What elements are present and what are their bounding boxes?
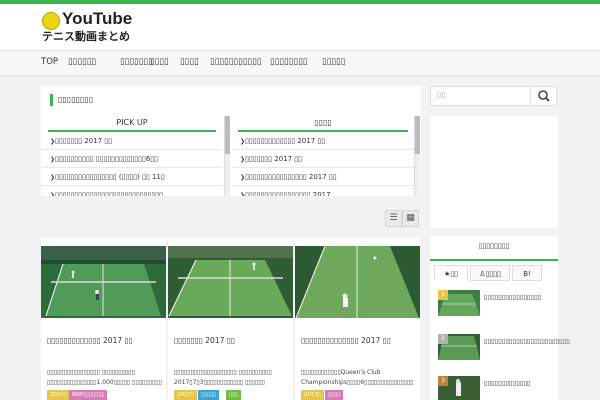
category-tag[interactable]: ▯▯▯▯ bbox=[325, 390, 344, 400]
ranking-divider bbox=[430, 259, 558, 261]
search-button[interactable] bbox=[530, 87, 556, 105]
nav-item[interactable]: ▯▯▯▯ bbox=[150, 57, 169, 67]
scrollbar-thumb[interactable] bbox=[225, 116, 230, 154]
video-thumbnail[interactable] bbox=[41, 246, 166, 318]
nav-item[interactable]: ▯▯▯▯▯▯▯ bbox=[120, 57, 153, 67]
list-item[interactable]: ▯▯▯▯▯▯▯ 2017 ▯▯ bbox=[232, 150, 414, 168]
rank-number: 2 bbox=[438, 334, 448, 344]
pickup-scrollbar[interactable] bbox=[224, 116, 230, 196]
category-tag[interactable]: 2017▯ bbox=[174, 390, 198, 400]
ranking-item[interactable]: 3 ▯▯▯▯▯▯▯▯▯▯▯▯▯ bbox=[438, 376, 558, 400]
article-card[interactable]: ▯▯▯▯▯▯▯▯▯▯▯▯▯▯ 2017 ▯▯ ▯▯▯▯▯▯▯▯▯▯▯▯Queen… bbox=[295, 238, 420, 400]
ranking-tab-views[interactable]: ♙▯▯▯▯ bbox=[470, 265, 510, 281]
card-title[interactable]: ▯▯▯▯▯▯▯ 2017 ▯▯ bbox=[174, 336, 292, 345]
grid-view-button[interactable]: ▦ bbox=[402, 210, 419, 227]
grid-icon: ▦ bbox=[406, 213, 415, 223]
sidebar-ad-area bbox=[430, 116, 558, 228]
category-tag[interactable]: 2017▯ bbox=[301, 390, 325, 400]
search-box: ▯▯ bbox=[430, 86, 557, 106]
card-description: ▯▯▯▯▯▯▯▯▯▯▯▯Queen's Club Championships▯▯… bbox=[301, 369, 414, 386]
list-item[interactable]: ▯▯▯▯▯▯▯▯▯▯ ▯▯▯▯▯▯▯▯▯▯▯▯▯6▯▯ bbox=[42, 150, 222, 168]
category-tag[interactable]: ▯▯▯▯▯ bbox=[198, 390, 220, 400]
list-icon: ☰ bbox=[389, 213, 398, 223]
category-tag[interactable]: BNP▯▯▯▯▯▯▯ bbox=[69, 390, 108, 400]
list-item[interactable]: ▯▯▯▯▯▯▯ 2017 ▯▯ bbox=[42, 132, 222, 150]
video-thumbnail[interactable] bbox=[295, 246, 420, 318]
list-item[interactable]: ▯▯▯▯▯▯▯▯▯▯▯▯▯▯▯▯▯▯▯▯▯▯▯▯▯▯▯▯ bbox=[42, 186, 222, 196]
card-description: ▯▯▯▯▯▯▯▯▯▯▯▯▯▯▯▯ ▯▯▯▯▯▯▯▯▯▯ ▯▯▯▯▯▯▯▯▯▯▯▯… bbox=[47, 369, 162, 386]
list-item[interactable]: ▯▯▯▯▯▯▯▯▯▯▯▯▯▯▯▯▯ 2017 bbox=[232, 186, 414, 196]
ranking-item[interactable]: 1 ▯▯▯▯▯▯▯▯▯▯▯▯▯▯▯▯ bbox=[438, 290, 558, 316]
pickup-list: PICK UP ▯▯▯▯▯▯▯ 2017 ▯▯ ▯▯▯▯▯▯▯▯▯▯ ▯▯▯▯▯… bbox=[42, 116, 222, 196]
scrollbar-thumb[interactable] bbox=[415, 116, 420, 154]
ranking-tab-hatena[interactable]: B! bbox=[512, 265, 542, 281]
list-item[interactable]: ▯▯▯▯▯▯▯▯▯▯▯▯▯▯▯▯ (▯▯▯▯) ▯▯ 11▯ bbox=[42, 168, 222, 186]
nav-item[interactable]: ▯▯▯▯▯ bbox=[322, 57, 345, 67]
card-title[interactable]: ▯▯▯▯▯▯▯▯▯▯▯▯▯▯ 2017 ▯▯ bbox=[301, 336, 419, 345]
site-header: YouTube テニス動画まとめ bbox=[0, 4, 600, 50]
logo-subtitle[interactable]: テニス動画まとめ bbox=[42, 28, 130, 44]
recommend-list: ▯▯▯▯ ▯▯▯▯▯▯▯▯▯▯▯▯▯ 2017 ▯▯ ▯▯▯▯▯▯▯ 2017 … bbox=[232, 116, 414, 196]
logo-title[interactable]: YouTube bbox=[62, 9, 132, 29]
nav-item[interactable]: ▯▯▯▯ bbox=[180, 57, 199, 67]
global-nav: TOP ▯▯▯▯▯▯ ▯▯▯▯▯▯▯ ▯▯▯▯ ▯▯▯▯ ▯▯▯▯▯▯▯▯▯▯▯… bbox=[0, 50, 600, 76]
card-title[interactable]: ▯▯▯▯▯▯▯▯▯▯▯▯▯ 2017 ▯▯ bbox=[47, 336, 165, 345]
category-tag[interactable]: 2017▯ bbox=[47, 390, 71, 400]
ranking-item-title[interactable]: ▯▯▯▯▯▯▯▯▯▯▯▯▯▯▯▯▯▯▯▯▯▯▯▯ bbox=[484, 336, 570, 346]
nav-item-top[interactable]: TOP bbox=[41, 57, 58, 67]
rank-number: 3 bbox=[438, 376, 448, 386]
recommend-scrollbar[interactable] bbox=[414, 116, 420, 196]
rank-number: 1 bbox=[438, 290, 448, 300]
pickup-tab-header[interactable]: PICK UP bbox=[48, 116, 216, 132]
search-icon bbox=[538, 90, 550, 102]
article-card[interactable]: ▯▯▯▯▯▯▯ 2017 ▯▯ ▯▯▯▯▯▯▯▯▯▯▯▯▯▯▯▯▯▯▯ ▯▯▯▯… bbox=[168, 238, 293, 400]
ranking-item-title[interactable]: ▯▯▯▯▯▯▯▯▯▯▯▯▯▯▯▯ bbox=[484, 292, 560, 302]
category-tag[interactable]: ▯▯▯ bbox=[226, 390, 242, 400]
ranking-title: ▯▯▯▯▯▯▯▯ bbox=[478, 242, 510, 250]
nav-item[interactable]: ▯▯▯▯▯▯▯▯▯▯▯ bbox=[210, 57, 261, 67]
list-item[interactable]: ▯▯▯▯▯▯▯▯▯▯▯▯▯▯▯▯ 2017 ▯▯ bbox=[232, 168, 414, 186]
list-item[interactable]: ▯▯▯▯▯▯▯▯▯▯▯▯▯ 2017 ▯▯ bbox=[232, 132, 414, 150]
ranking-item-title[interactable]: ▯▯▯▯▯▯▯▯▯▯▯▯▯ bbox=[484, 378, 560, 388]
article-card[interactable]: ▯▯▯▯▯▯▯▯▯▯▯▯▯ 2017 ▯▯ ▯▯▯▯▯▯▯▯▯▯▯▯▯▯▯▯ ▯… bbox=[41, 238, 166, 400]
video-thumbnail[interactable] bbox=[168, 246, 293, 318]
recommend-tab-header[interactable]: ▯▯▯▯ bbox=[238, 116, 408, 132]
card-description: ▯▯▯▯▯▯▯▯▯▯▯▯▯▯▯▯▯▯▯ ▯▯▯▯▯▯▯▯▯▯ 2017▯7▯3▯… bbox=[174, 369, 272, 386]
ranking-item[interactable]: 2 ▯▯▯▯▯▯▯▯▯▯▯▯▯▯▯▯▯▯▯▯▯▯▯▯ bbox=[438, 334, 570, 360]
ranking-tab-likes[interactable]: ★▯▯ bbox=[434, 265, 468, 281]
nav-item[interactable]: ▯▯▯▯▯▯▯▯ bbox=[270, 57, 307, 67]
list-view-button[interactable]: ☰ bbox=[385, 210, 402, 227]
nav-item[interactable]: ▯▯▯▯▯▯ bbox=[68, 57, 96, 67]
search-input[interactable]: ▯▯ bbox=[437, 90, 446, 99]
featured-box-title: ▯▯▯▯▯▯▯▯ bbox=[50, 94, 93, 106]
